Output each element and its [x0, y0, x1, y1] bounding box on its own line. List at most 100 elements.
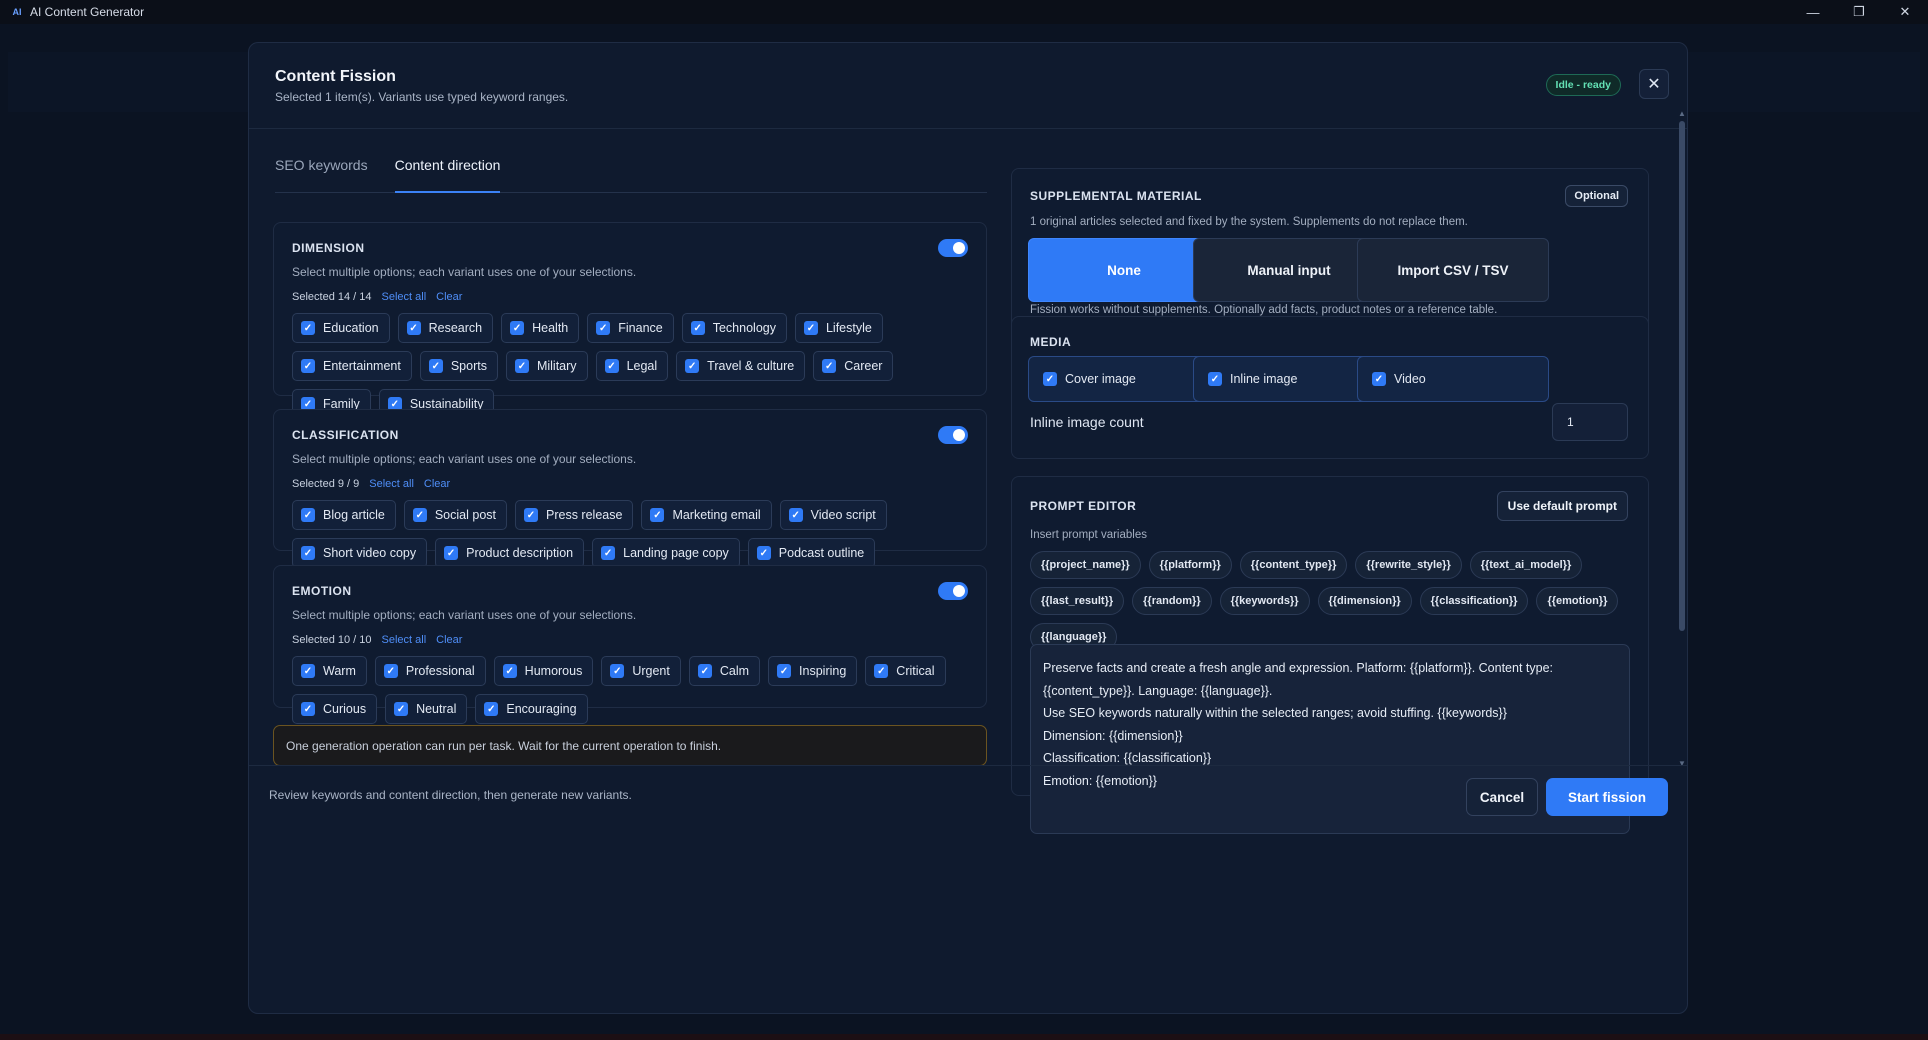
option-chip[interactable]: ✓ Blog article	[292, 500, 396, 530]
option-chip[interactable]: ✓ Military	[505, 351, 588, 381]
checkbox-icon: ✓	[524, 508, 538, 522]
option-chip[interactable]: ✓ Social post	[403, 500, 507, 530]
dimension-section: DIMENSION Select multiple options; each …	[273, 222, 987, 419]
option-chip[interactable]: ✓ Product description	[435, 538, 585, 568]
prompt-variable-chip[interactable]: {{rewrite_style}}	[1355, 551, 1462, 579]
selected-count: Selected 14 / 14	[292, 291, 372, 303]
taskbar-strip	[0, 1034, 1928, 1040]
window-controls: — ❐ ✕	[1790, 0, 1928, 24]
option-chip[interactable]: ✓ Legal	[595, 351, 669, 381]
emotion-toggle[interactable]	[938, 582, 968, 600]
option-chip[interactable]: ✓ Technology	[681, 313, 787, 343]
scroll-up-icon[interactable]: ▲	[1678, 109, 1686, 118]
option-chip[interactable]: ✓ Education	[292, 313, 390, 343]
option-chips: ✓ Education ✓ Research ✓ Health ✓ Finance ✓ Techn…	[292, 313, 972, 419]
prompt-variable-chip[interactable]: {{content_type}}	[1239, 551, 1348, 579]
scroll-thumb[interactable]	[1679, 121, 1685, 631]
checkbox-icon: ✓	[428, 359, 443, 373]
title-bar: AI AI Content Generator — ❐ ✕	[0, 0, 1928, 24]
checkbox-icon: ✓	[510, 321, 525, 335]
option-chips: ✓ Blog article ✓ Social post ✓ Press release ✓…	[292, 500, 972, 568]
clear-link[interactable]: Clear	[424, 478, 450, 490]
option-chip[interactable]: ✓ Lifestyle	[794, 313, 883, 343]
supplement-none-option[interactable]: None	[1028, 238, 1220, 302]
option-chip[interactable]: ✓ Podcast outline	[747, 538, 876, 568]
supplement-note: Fission works without supplements. Optio…	[1030, 304, 1498, 316]
option-label: Humorous	[524, 664, 583, 678]
option-chip[interactable]: ✓ Marketing email	[641, 500, 772, 530]
option-chip[interactable]: ✓ Warm	[292, 656, 367, 686]
option-chip[interactable]: ✓ Neutral	[385, 694, 468, 724]
select-all-link[interactable]: Select all	[382, 291, 427, 303]
option-chip[interactable]: ✓ Encouraging	[475, 694, 588, 724]
option-chip[interactable]: ✓ Research	[397, 313, 494, 343]
supplement-import-option[interactable]: Import CSV / TSV	[1357, 238, 1549, 302]
option-chip[interactable]: ✓ Short video copy	[292, 538, 428, 568]
option-label: Warm	[323, 664, 356, 678]
dimension-toggle[interactable]	[938, 239, 968, 257]
prompt-variable-chip[interactable]: {{random}}	[1132, 587, 1212, 615]
option-label: Curious	[323, 702, 367, 716]
prompt-variable-chip[interactable]: {{last_result}}	[1030, 587, 1125, 615]
section-title: DIMENSION	[292, 241, 365, 255]
select-all-link[interactable]: Select all	[382, 634, 427, 646]
option-chip[interactable]: ✓ Entertainment	[292, 351, 412, 381]
option-chip[interactable]: ✓ Urgent	[601, 656, 681, 686]
section-title: EMOTION	[292, 584, 352, 598]
start-fission-button[interactable]: Start fission	[1546, 778, 1668, 816]
clear-link[interactable]: Clear	[436, 634, 462, 646]
minimize-icon[interactable]: —	[1790, 0, 1836, 24]
option-label: Urgent	[632, 664, 670, 678]
option-label: Landing page copy	[623, 546, 729, 560]
option-chip[interactable]: ✓ Humorous	[493, 656, 594, 686]
option-chip[interactable]: ✓ Inspiring	[768, 656, 858, 686]
option-chip[interactable]: ✓ Press release	[515, 500, 634, 530]
prompt-variable-chip[interactable]: {{text_ai_model}}	[1469, 551, 1583, 579]
option-chip[interactable]: ✓ Sports	[419, 351, 498, 381]
selection-summary: Selected 9 / 9 Select all Clear	[292, 478, 450, 490]
cover-image-option[interactable]: ✓ Cover image	[1028, 356, 1220, 402]
clear-link[interactable]: Clear	[436, 291, 462, 303]
option-label: Marketing email	[672, 508, 761, 522]
section-description: Select multiple options; each variant us…	[292, 265, 637, 279]
status-badge: Idle - ready	[1545, 74, 1621, 96]
prompt-variable-chip[interactable]: {{dimension}}	[1317, 587, 1412, 615]
prompt-variable-chip[interactable]: {{platform}}	[1148, 551, 1232, 579]
option-chip[interactable]: ✓ Video script	[779, 500, 887, 530]
dialog-title: Content Fission	[275, 68, 396, 85]
option-chip[interactable]: ✓ Health	[501, 313, 580, 343]
option-chip[interactable]: ✓ Calm	[688, 656, 761, 686]
option-label: Sports	[450, 359, 487, 373]
prompt-variable-chip[interactable]: {{keywords}}	[1219, 587, 1310, 615]
close-window-icon[interactable]: ✕	[1882, 0, 1928, 24]
classification-toggle[interactable]	[938, 426, 968, 444]
selection-summary: Selected 14 / 14 Select all Clear	[292, 291, 462, 303]
option-chip[interactable]: ✓ Travel & culture	[676, 351, 806, 381]
option-chip[interactable]: ✓ Critical	[865, 656, 946, 686]
close-icon[interactable]: ✕	[1639, 69, 1669, 99]
option-chip[interactable]: ✓ Professional	[374, 656, 486, 686]
option-label: Blog article	[323, 508, 385, 522]
window-title: AI Content Generator	[30, 5, 145, 19]
video-option[interactable]: ✓ Video	[1357, 356, 1549, 402]
section-description: 1 original articles selected and fixed b…	[1030, 216, 1468, 228]
prompt-variable-chip[interactable]: {{project_name}}	[1030, 551, 1141, 579]
prompt-variable-chip[interactable]: {{emotion}}	[1536, 587, 1619, 615]
select-all-link[interactable]: Select all	[369, 478, 414, 490]
inline-image-count-input[interactable]: 1	[1552, 403, 1628, 441]
cancel-button[interactable]: Cancel	[1466, 778, 1538, 816]
dialog-scrollbar[interactable]: ▲ ▼	[1677, 109, 1687, 769]
prompt-variable-chip[interactable]: {{classification}}	[1419, 587, 1529, 615]
option-chip[interactable]: ✓ Career	[813, 351, 894, 381]
option-chip[interactable]: ✓ Curious	[292, 694, 378, 724]
tab-seo-keywords[interactable]: SEO keywords	[275, 147, 368, 193]
option-chip[interactable]: ✓ Finance	[587, 313, 674, 343]
use-default-prompt-button[interactable]: Use default prompt	[1496, 491, 1628, 521]
restore-icon[interactable]: ❐	[1836, 0, 1882, 24]
option-label: Research	[428, 321, 483, 335]
selected-count: Selected 9 / 9	[292, 478, 360, 490]
option-chip[interactable]: ✓ Landing page copy	[592, 538, 740, 568]
tab-content-direction[interactable]: Content direction	[394, 147, 501, 193]
section-title: SUPPLEMENTAL MATERIAL	[1030, 189, 1202, 203]
section-title: CLASSIFICATION	[292, 428, 399, 442]
